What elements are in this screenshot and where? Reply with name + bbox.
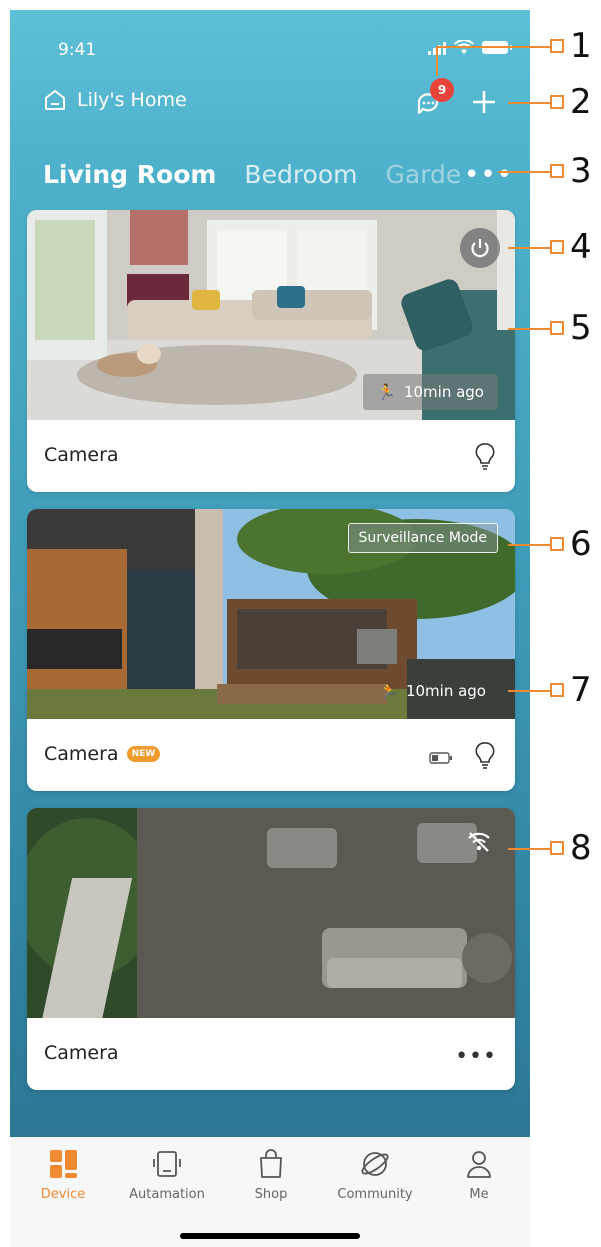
callout-line-2 bbox=[508, 102, 550, 104]
callout-box-2 bbox=[550, 95, 564, 109]
camera-card-living-room[interactable]: 🏃 10min ago Camera bbox=[27, 210, 515, 492]
callout-number-8: 8 bbox=[570, 828, 592, 868]
motion-icon: 🏃 bbox=[377, 383, 396, 401]
tab-living-room[interactable]: Living Room bbox=[43, 160, 216, 189]
callout-box-8 bbox=[550, 841, 564, 855]
card-footer: Camera NEW bbox=[27, 719, 515, 791]
callout-line-6 bbox=[508, 544, 550, 546]
light-bulb-icon[interactable] bbox=[473, 442, 497, 472]
nav-me[interactable]: Me bbox=[434, 1147, 524, 1202]
camera-name: Camera NEW bbox=[44, 743, 161, 765]
callout-box-1 bbox=[550, 39, 564, 53]
battery-level-icon bbox=[429, 752, 452, 764]
card-footer: Camera ••• bbox=[27, 1018, 515, 1090]
callout-number-5: 5 bbox=[570, 308, 592, 348]
light-bulb-icon[interactable] bbox=[473, 741, 497, 771]
callout-box-5 bbox=[550, 321, 564, 335]
nav-label-shop: Shop bbox=[254, 1187, 288, 1202]
no-wifi-icon bbox=[468, 832, 490, 852]
nav-label-device: Device bbox=[40, 1187, 86, 1202]
callout-number-4: 4 bbox=[570, 227, 592, 267]
card-footer: Camera bbox=[27, 420, 515, 492]
home-name: Lily's Home bbox=[77, 89, 187, 111]
camera-name: Camera bbox=[44, 444, 119, 466]
callout-box-7 bbox=[550, 683, 564, 697]
camera-feed-living-room[interactable]: 🏃 10min ago bbox=[27, 210, 515, 420]
notification-badge: 9 bbox=[430, 78, 454, 102]
home-indicator[interactable] bbox=[180, 1233, 360, 1239]
camera-feed-exterior[interactable]: Surveillance Mode 🏃 10min ago bbox=[27, 509, 515, 719]
callout-box-6 bbox=[550, 537, 564, 551]
camera-feed-patio[interactable] bbox=[27, 808, 515, 1018]
camera-card-patio[interactable]: Camera ••• bbox=[27, 808, 515, 1090]
camera-name-text: Camera bbox=[44, 743, 119, 765]
shopping-bag-icon bbox=[260, 1149, 282, 1178]
callout-number-1: 1 bbox=[570, 26, 592, 66]
event-time-chip[interactable]: 🏃 10min ago bbox=[363, 374, 498, 410]
callout-number-3: 3 bbox=[570, 151, 592, 191]
event-time: 10min ago bbox=[403, 383, 484, 401]
tab-garden[interactable]: Garde bbox=[386, 160, 462, 189]
new-badge: NEW bbox=[126, 746, 161, 762]
automation-icon bbox=[153, 1151, 181, 1177]
house-icon bbox=[45, 90, 65, 110]
more-options-icon[interactable]: ••• bbox=[455, 1044, 497, 1069]
nav-automation[interactable]: Autamation bbox=[122, 1147, 212, 1202]
add-device-icon[interactable] bbox=[470, 88, 498, 116]
device-grid-icon bbox=[50, 1150, 77, 1178]
callout-box-3 bbox=[550, 164, 564, 178]
motion-icon: 🏃 bbox=[379, 682, 398, 700]
callout-number-7: 7 bbox=[570, 670, 592, 710]
callout-line-4 bbox=[508, 247, 550, 249]
tab-bedroom[interactable]: Bedroom bbox=[244, 160, 357, 189]
callout-line-1 bbox=[436, 46, 550, 48]
callout-box-4 bbox=[550, 240, 564, 254]
person-icon bbox=[467, 1151, 491, 1178]
callout-line-7 bbox=[508, 690, 550, 692]
callout-line-8 bbox=[508, 848, 550, 850]
callout-line-5 bbox=[508, 328, 550, 330]
callout-line-3 bbox=[498, 171, 550, 173]
event-time-chip[interactable]: 🏃 10min ago bbox=[367, 673, 498, 709]
nav-device[interactable]: Device bbox=[18, 1147, 108, 1202]
nav-label-me: Me bbox=[469, 1187, 489, 1202]
status-time: 9:41 bbox=[58, 40, 97, 60]
power-icon[interactable] bbox=[460, 228, 500, 268]
camera-name-text: Camera bbox=[44, 1042, 119, 1064]
nav-label-community: Community bbox=[337, 1187, 413, 1202]
callout-line-1-vertical bbox=[436, 46, 438, 76]
community-planet-icon bbox=[361, 1152, 389, 1176]
camera-name-text: Camera bbox=[44, 444, 119, 466]
event-time: 10min ago bbox=[405, 682, 486, 700]
callout-number-2: 2 bbox=[570, 82, 592, 122]
patio-image bbox=[27, 808, 515, 1018]
camera-name: Camera bbox=[44, 1042, 119, 1064]
nav-label-automation: Autamation bbox=[129, 1187, 205, 1202]
phone-screen: 9:41 Lily's Home 9 Living Room Bedroom G… bbox=[10, 10, 530, 1247]
callout-number-6: 6 bbox=[570, 524, 592, 564]
home-selector[interactable]: Lily's Home bbox=[43, 88, 187, 112]
surveillance-mode-badge[interactable]: Surveillance Mode bbox=[347, 523, 498, 553]
tabs-more-icon[interactable]: ••• bbox=[464, 160, 513, 190]
room-tabs: Living Room Bedroom Garde bbox=[43, 160, 462, 189]
nav-shop[interactable]: Shop bbox=[226, 1147, 316, 1202]
bottom-nav: Device Autamation Shop Community Me bbox=[10, 1137, 530, 1247]
camera-card-exterior[interactable]: Surveillance Mode 🏃 10min ago Camera NEW bbox=[27, 509, 515, 791]
nav-community[interactable]: Community bbox=[330, 1147, 420, 1202]
